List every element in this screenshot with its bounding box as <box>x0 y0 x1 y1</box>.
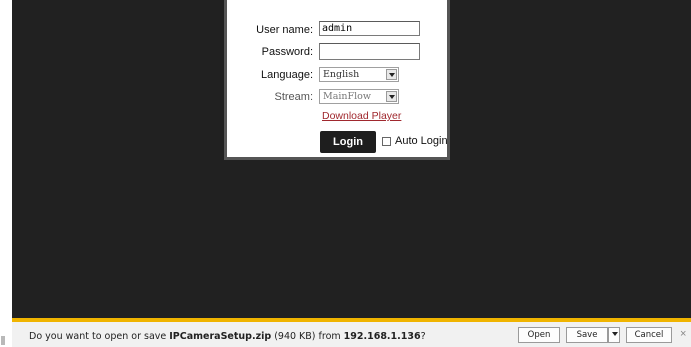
message-prefix: Do you want to open or save <box>29 331 170 342</box>
stream-select[interactable]: MainFlow <box>319 89 399 104</box>
stream-label: Stream: <box>274 91 313 103</box>
language-row: Language: English <box>227 66 447 86</box>
username-field[interactable]: admin <box>319 21 420 36</box>
username-row: User name: admin <box>227 21 447 41</box>
window-edge-marker <box>1 336 5 345</box>
download-message: Do you want to open or save IPCameraSetu… <box>29 331 426 342</box>
language-select[interactable]: English <box>319 67 399 82</box>
login-panel: User name: admin Password: Language: Eng… <box>224 0 450 160</box>
download-notification-bar: Do you want to open or save IPCameraSetu… <box>12 318 691 347</box>
camera-viewport: User name: admin Password: Language: Eng… <box>12 0 691 318</box>
chevron-down-icon[interactable] <box>386 91 397 102</box>
stream-value: MainFlow <box>323 91 372 102</box>
close-icon[interactable]: × <box>680 327 686 341</box>
language-value: English <box>323 69 360 80</box>
message-suffix: ? <box>420 331 426 342</box>
stream-row: Stream: MainFlow <box>227 88 447 108</box>
auto-login-label: Auto Login <box>395 135 448 147</box>
password-label: Password: <box>261 46 313 58</box>
chevron-down-icon[interactable] <box>386 69 397 80</box>
save-options-chevron-down-icon[interactable] <box>608 327 620 343</box>
download-filename: IPCameraSetup.zip <box>169 331 272 342</box>
download-size: (940 KB) from <box>271 331 344 342</box>
cancel-button[interactable]: Cancel <box>626 327 672 343</box>
save-button[interactable]: Save <box>566 327 608 343</box>
password-field[interactable] <box>319 43 420 60</box>
password-row: Password: <box>227 43 447 63</box>
download-host: 192.168.1.136 <box>343 331 421 342</box>
language-label: Language: <box>261 69 313 81</box>
open-button[interactable]: Open <box>518 327 560 343</box>
login-button[interactable]: Login <box>320 131 376 153</box>
download-player-link[interactable]: Download Player <box>322 110 401 122</box>
auto-login-checkbox[interactable] <box>382 137 391 146</box>
username-label: User name: <box>256 24 313 36</box>
